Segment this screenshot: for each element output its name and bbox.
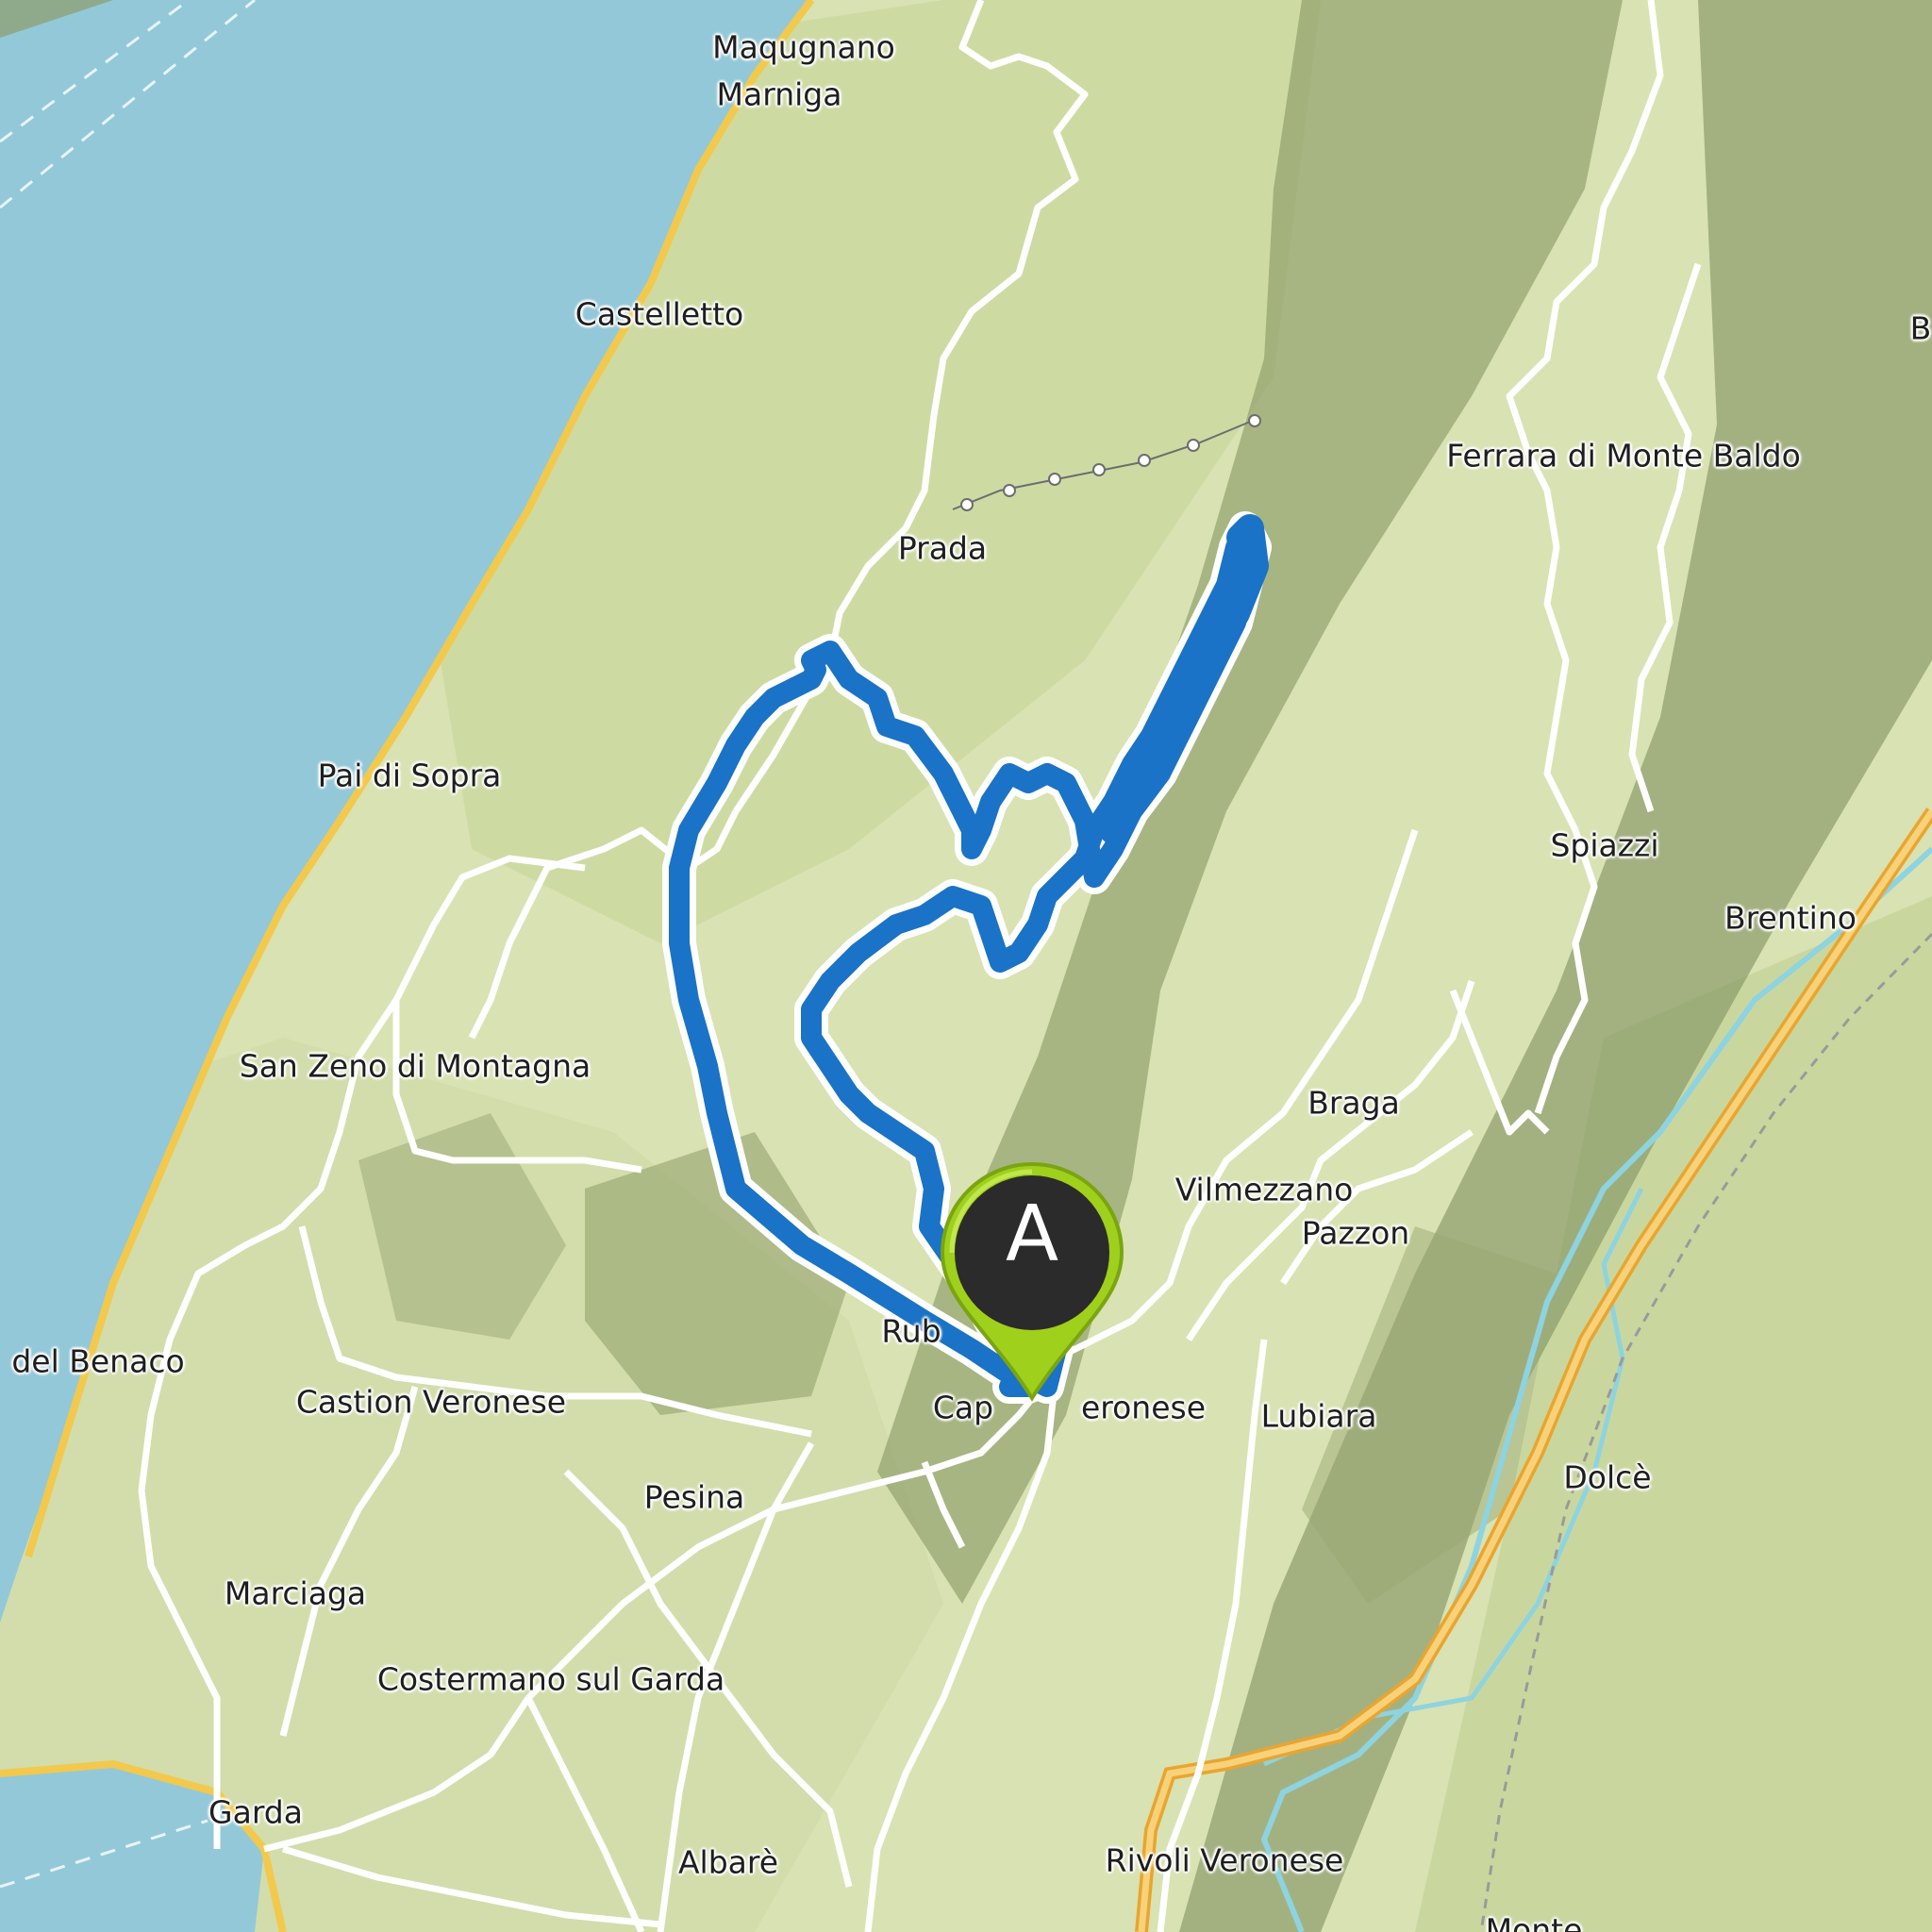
place-label-prada: Prada [897, 529, 988, 567]
place-label-castelletto: Castelletto [575, 295, 744, 333]
place-label-del-benaco: del Benaco [11, 1342, 185, 1380]
place-label-rivoli-veronese: Rivoli Veronese [1105, 1841, 1344, 1879]
start-pin-letter: A [1005, 1190, 1059, 1279]
place-label-marniga: Marniga [716, 75, 842, 113]
place-label-pai-di-sopra: Pai di Sopra [317, 757, 502, 794]
place-label-pazzon: Pazzon [1301, 1214, 1410, 1252]
map-view[interactable]: Maqugnano Marniga Castelletto Ferrara di… [0, 0, 1932, 1932]
place-label-edge-b: B [1909, 309, 1932, 347]
place-label-lubiara: Lubiara [1260, 1397, 1377, 1435]
start-pin-icon[interactable]: A [931, 1158, 1133, 1404]
place-label-brentino: Brentino [1724, 899, 1857, 937]
place-label-castion-veronese: Castion Veronese [295, 1383, 567, 1421]
place-label-braga: Braga [1307, 1084, 1400, 1122]
place-label-san-zeno-di-montagna: San Zeno di Montagna [239, 1047, 591, 1085]
place-label-garda: Garda [208, 1793, 303, 1831]
place-label-monte: Monte [1485, 1911, 1583, 1932]
place-label-costermano-sul-garda: Costermano sul Garda [376, 1660, 725, 1698]
place-label-marciaga: Marciaga [224, 1574, 367, 1612]
place-label-spiazzi: Spiazzi [1550, 826, 1659, 864]
place-label-ferrara-di-monte-baldo: Ferrara di Monte Baldo [1446, 437, 1801, 475]
place-label-pesina: Pesina [643, 1478, 745, 1516]
place-label-dolce: Dolcè [1563, 1458, 1652, 1496]
place-label-vilmezzano: Vilmezzano [1174, 1171, 1354, 1208]
place-label-albare: Albarè [677, 1843, 779, 1881]
map-canvas[interactable] [0, 0, 1932, 1932]
place-label-maqugnano: Maqugnano [712, 28, 895, 66]
